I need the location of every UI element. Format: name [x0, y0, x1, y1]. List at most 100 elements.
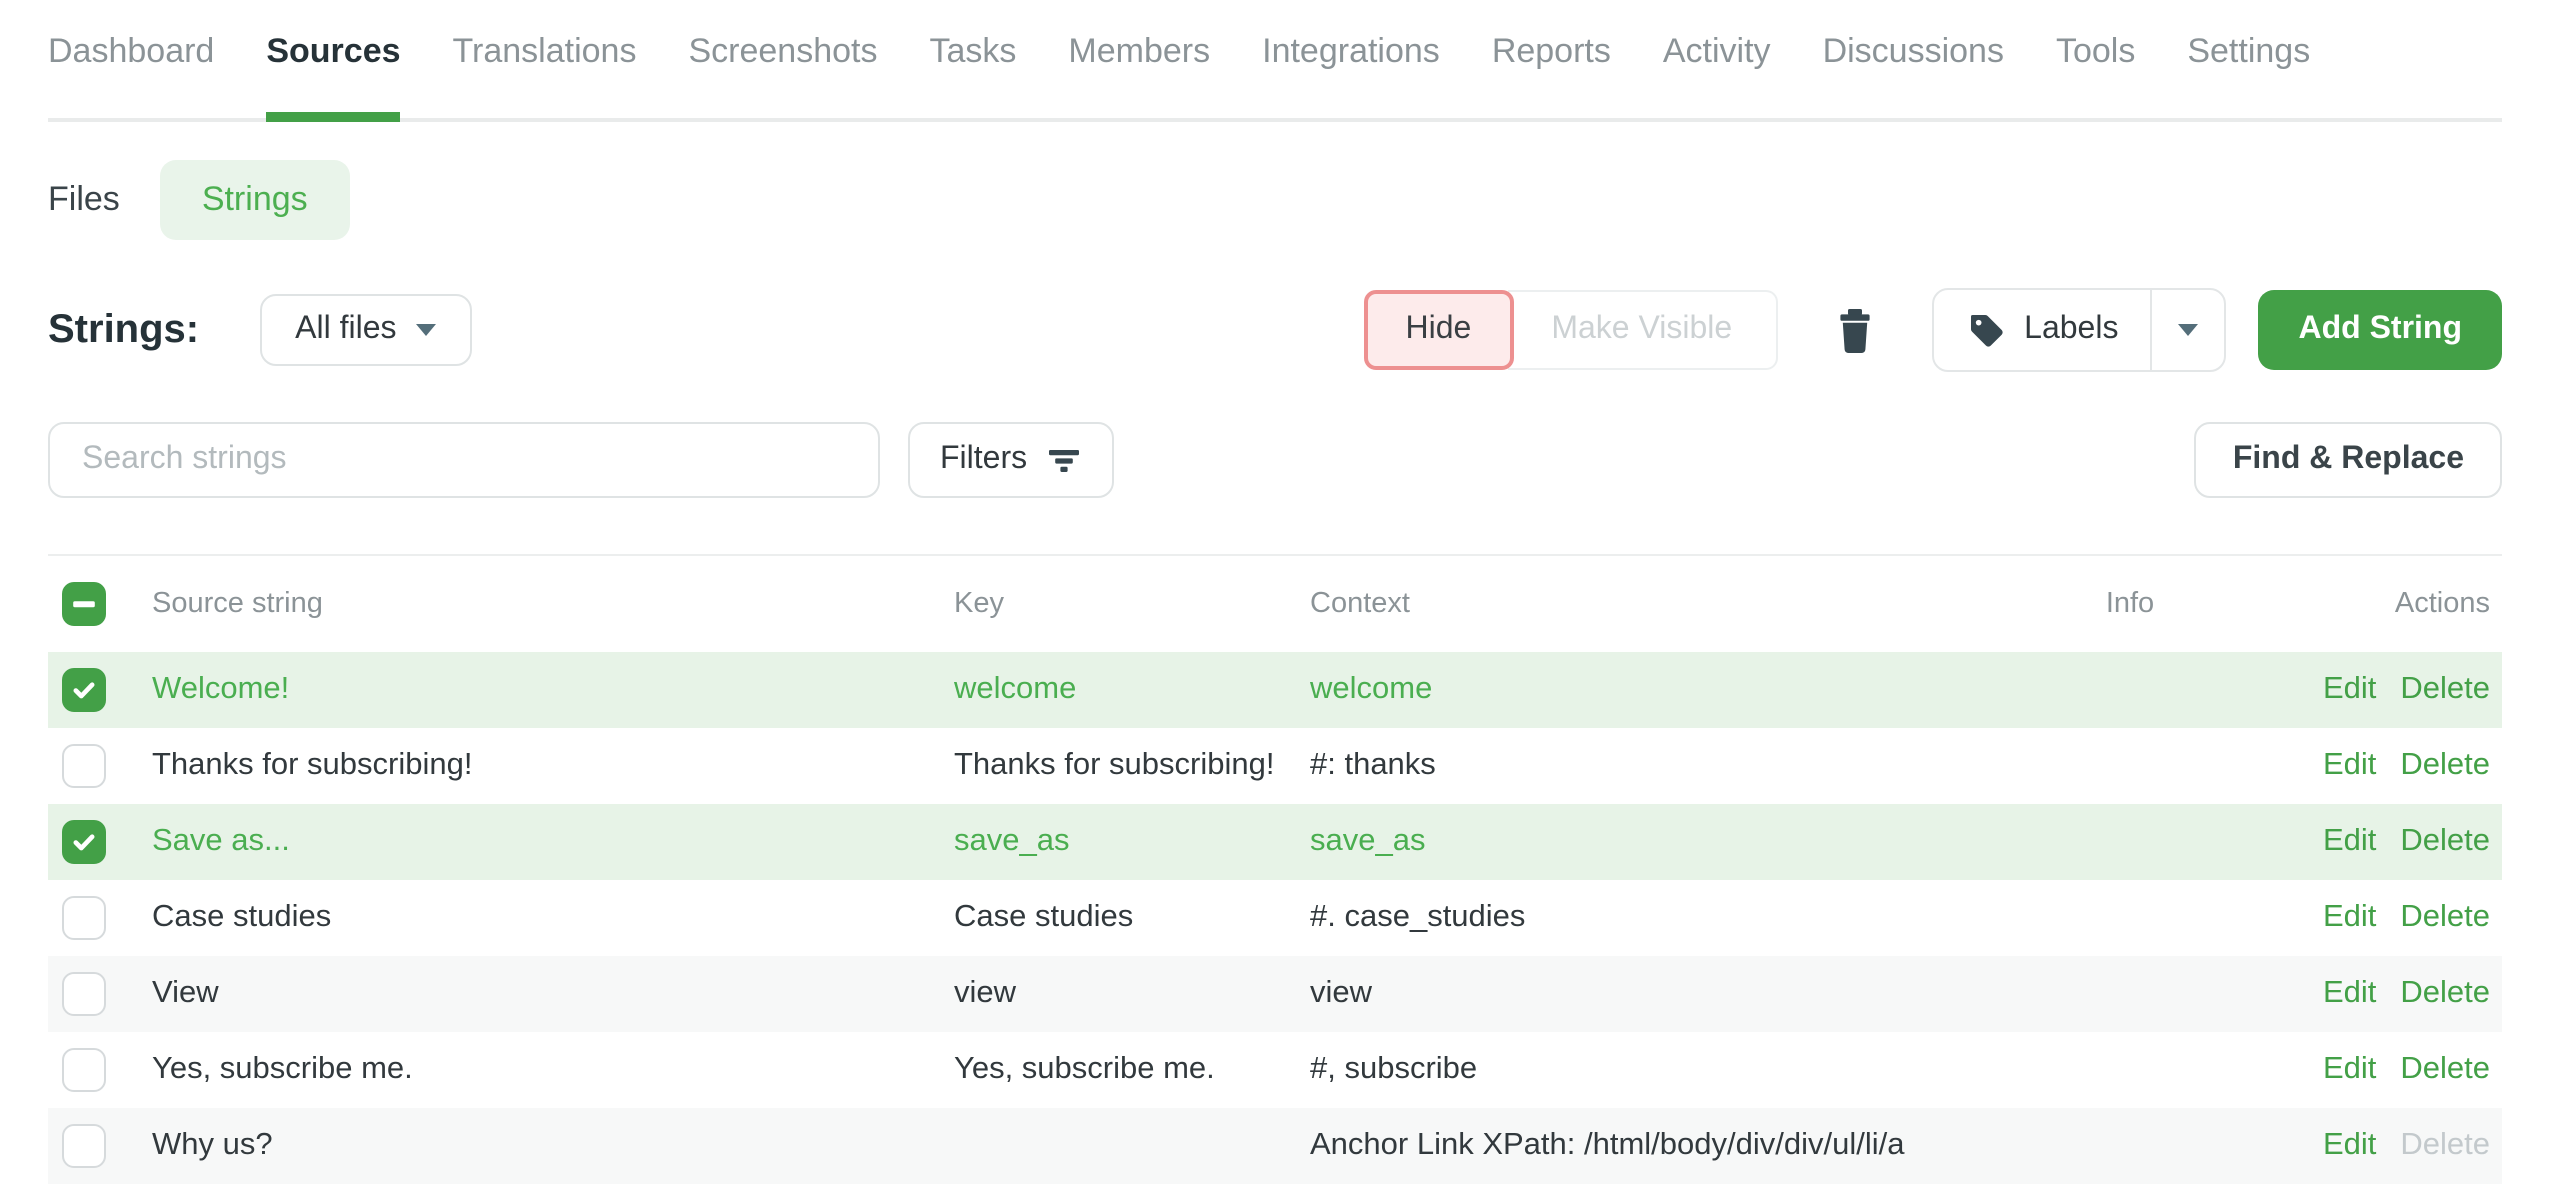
table-row: Save as...save_assave_asEditDelete [48, 804, 2502, 880]
row-checkbox-cell [48, 820, 152, 864]
checkmark-icon [70, 676, 98, 704]
nav-item-tasks[interactable]: Tasks [929, 28, 1016, 118]
row-checkbox-cell [48, 896, 152, 940]
row-checkbox-cell [48, 1048, 152, 1092]
make-visible-button[interactable]: Make Visible [1507, 290, 1778, 370]
labels-split-button: Labels [1932, 288, 2226, 372]
labels-dropdown-toggle[interactable] [2150, 290, 2224, 370]
column-header-key[interactable]: Key [954, 588, 1310, 620]
edit-link[interactable]: Edit [2323, 1052, 2376, 1088]
nav-item-sources[interactable]: Sources [266, 28, 400, 118]
add-string-button[interactable]: Add String [2258, 290, 2502, 370]
source-subtabs: Files Strings [48, 160, 2502, 240]
delete-link: Delete [2400, 1128, 2490, 1164]
table-row: ViewviewviewEditDelete [48, 956, 2502, 1032]
column-header-info[interactable]: Info [1990, 588, 2270, 620]
row-checkbox-cell [48, 972, 152, 1016]
indeterminate-icon [70, 590, 98, 618]
column-header-source[interactable]: Source string [152, 588, 954, 620]
delete-link[interactable]: Delete [2400, 900, 2490, 936]
tab-strings[interactable]: Strings [160, 160, 350, 240]
table-row: Welcome!welcomewelcomeEditDelete [48, 652, 2502, 728]
context-cell: Anchor Link XPath: /html/body/div/div/ul… [1310, 1128, 1990, 1164]
row-actions: Edit Delete [2270, 976, 2502, 1012]
nav-item-reports[interactable]: Reports [1492, 28, 1611, 118]
delete-link[interactable]: Delete [2400, 824, 2490, 860]
table-row: Why us? Anchor Link XPath: /html/body/div… [48, 1108, 2502, 1184]
visibility-button-group: Hide Make Visible [1364, 290, 1779, 370]
source-string-cell: Why us? [152, 1128, 954, 1164]
delete-link[interactable]: Delete [2400, 976, 2490, 1012]
checkmark-icon [70, 828, 98, 856]
edit-link[interactable]: Edit [2323, 900, 2376, 936]
table-body: Welcome!welcomewelcomeEditDeleteThanks f… [48, 652, 2502, 1184]
strings-page: Dashboard Sources Translations Screenshots T… [0, 0, 2550, 1187]
source-string-cell: Welcome! [152, 672, 954, 708]
nav-item-activity[interactable]: Activity [1663, 28, 1771, 118]
context-cell: #. case_studies [1310, 900, 1990, 936]
context-cell: #: thanks [1310, 748, 1990, 784]
table-row: Yes, subscribe me.Yes, subscribe me.#, s… [48, 1032, 2502, 1108]
row-actions: Edit Delete [2270, 1052, 2502, 1088]
file-filter-dropdown[interactable]: All files [259, 294, 472, 366]
table-row: Case studiesCase studies#. case_studiesE… [48, 880, 2502, 956]
source-string-cell: Save as... [152, 824, 954, 860]
labels-button[interactable]: Labels [1934, 290, 2150, 370]
nav-item-tools[interactable]: Tools [2056, 28, 2135, 118]
edit-link[interactable]: Edit [2323, 1128, 2376, 1164]
nav-item-settings[interactable]: Settings [2187, 28, 2310, 118]
source-string-cell: Yes, subscribe me. [152, 1052, 954, 1088]
labels-button-label: Labels [2024, 312, 2118, 348]
context-cell: welcome [1310, 672, 1990, 708]
nav-item-screenshots[interactable]: Screenshots [688, 28, 877, 118]
chevron-down-icon [417, 324, 437, 336]
delete-link[interactable]: Delete [2400, 672, 2490, 708]
filters-button-label: Filters [940, 442, 1027, 478]
filter-icon [1045, 442, 1081, 478]
edit-link[interactable]: Edit [2323, 672, 2376, 708]
delete-selected-button[interactable] [1822, 295, 1888, 365]
row-checkbox[interactable] [62, 1048, 106, 1092]
column-header-context[interactable]: Context [1310, 588, 1990, 620]
strings-toolbar: Strings: All files Hide Make Visible [48, 290, 2502, 370]
table-row: Thanks for subscribing!Thanks for subscr… [48, 728, 2502, 804]
row-checkbox[interactable] [62, 1124, 106, 1168]
source-string-cell: Case studies [152, 900, 954, 936]
search-input[interactable] [48, 422, 880, 498]
tab-files[interactable]: Files [48, 180, 160, 220]
nav-item-dashboard[interactable]: Dashboard [48, 28, 214, 118]
trash-icon [1834, 307, 1876, 353]
filters-button[interactable]: Filters [908, 422, 1113, 498]
find-replace-button[interactable]: Find & Replace [2195, 422, 2502, 498]
page-title: Strings: [48, 307, 199, 353]
row-checkbox-cell [48, 668, 152, 712]
row-checkbox[interactable] [62, 744, 106, 788]
row-actions: Edit Delete [2270, 1128, 2502, 1164]
row-checkbox[interactable] [62, 972, 106, 1016]
row-checkbox[interactable] [62, 668, 106, 712]
context-cell: #, subscribe [1310, 1052, 1990, 1088]
row-checkbox[interactable] [62, 820, 106, 864]
nav-item-integrations[interactable]: Integrations [1262, 28, 1440, 118]
column-header-actions: Actions [2270, 588, 2502, 620]
row-checkbox[interactable] [62, 896, 106, 940]
context-cell: save_as [1310, 824, 1990, 860]
delete-link[interactable]: Delete [2400, 1052, 2490, 1088]
edit-link[interactable]: Edit [2323, 748, 2376, 784]
nav-item-translations[interactable]: Translations [453, 28, 637, 118]
source-string-cell: View [152, 976, 954, 1012]
row-actions: Edit Delete [2270, 748, 2502, 784]
nav-item-members[interactable]: Members [1068, 28, 1210, 118]
tag-icon [1966, 310, 2006, 350]
hide-button[interactable]: Hide [1364, 290, 1514, 370]
nav-item-discussions[interactable]: Discussions [1823, 28, 2004, 118]
delete-link[interactable]: Delete [2400, 748, 2490, 784]
key-cell: view [954, 976, 1310, 1012]
edit-link[interactable]: Edit [2323, 976, 2376, 1012]
key-cell: welcome [954, 672, 1310, 708]
edit-link[interactable]: Edit [2323, 824, 2376, 860]
source-string-cell: Thanks for subscribing! [152, 748, 954, 784]
select-all-checkbox[interactable] [62, 582, 106, 626]
top-navigation: Dashboard Sources Translations Screenshots T… [48, 0, 2502, 122]
chevron-down-icon [2178, 324, 2198, 336]
